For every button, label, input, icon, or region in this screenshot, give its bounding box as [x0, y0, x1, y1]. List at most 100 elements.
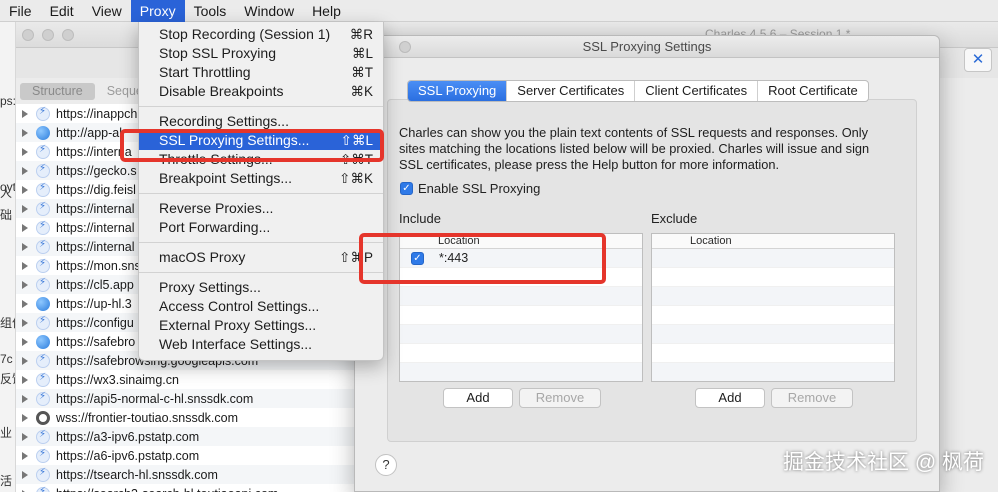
- host-name: https://configu: [56, 315, 134, 330]
- host-row[interactable]: https://search3-search-hl.toutiaoapi.com: [16, 484, 354, 492]
- exclude-location-header[interactable]: Location: [652, 234, 894, 249]
- tab-client-certificates[interactable]: Client Certificates: [635, 81, 759, 101]
- tools-icon[interactable]: ✕: [964, 48, 992, 72]
- disclosure-triangle-icon[interactable]: [20, 280, 30, 290]
- minimize-window-button[interactable]: [42, 29, 54, 41]
- menu-item-recording-settings[interactable]: Recording Settings...: [139, 112, 383, 131]
- menu-item-web-interface-settings[interactable]: Web Interface Settings...: [139, 335, 383, 354]
- host-row[interactable]: https://a6-ipv6.pstatp.com: [16, 446, 354, 465]
- disclosure-triangle-icon[interactable]: [20, 166, 30, 176]
- menubar-proxy[interactable]: Proxy: [130, 0, 185, 22]
- segment-structure[interactable]: Structure: [20, 83, 95, 100]
- host-row[interactable]: wss://frontier-toutiao.snssdk.com: [16, 408, 354, 427]
- disclosure-triangle-icon[interactable]: [20, 185, 30, 195]
- host-name: https://internal: [56, 201, 135, 216]
- table-row[interactable]: [400, 287, 642, 306]
- menu-item-port-forwarding[interactable]: Port Forwarding...: [139, 218, 383, 237]
- location-checkbox[interactable]: ✓: [411, 251, 424, 265]
- table-row[interactable]: [652, 287, 894, 306]
- menubar-help[interactable]: Help: [303, 0, 350, 22]
- table-row[interactable]: [400, 268, 642, 287]
- disclosure-triangle-icon[interactable]: [20, 109, 30, 119]
- host-row[interactable]: https://wx3.sinaimg.cn: [16, 370, 354, 389]
- menu-item-access-control-settings[interactable]: Access Control Settings...: [139, 297, 383, 316]
- exclude-remove-button[interactable]: Remove: [771, 388, 853, 408]
- disclosure-triangle-icon[interactable]: [20, 242, 30, 252]
- disclosure-triangle-icon[interactable]: [20, 451, 30, 461]
- menu-item-ssl-proxying-settings[interactable]: SSL Proxying Settings... ⇧⌘L: [139, 131, 383, 150]
- include-add-button[interactable]: Add: [443, 388, 513, 408]
- menubar-edit[interactable]: Edit: [41, 0, 83, 22]
- menu-item-reverse-proxies[interactable]: Reverse Proxies...: [139, 199, 383, 218]
- table-row[interactable]: ✓ *:443: [400, 249, 642, 268]
- table-row[interactable]: [652, 363, 894, 381]
- disclosure-triangle-icon[interactable]: [20, 432, 30, 442]
- table-row[interactable]: [652, 249, 894, 268]
- table-row[interactable]: [652, 306, 894, 325]
- table-row[interactable]: [652, 325, 894, 344]
- disclosure-triangle-icon[interactable]: [20, 223, 30, 233]
- menu-item-throttle-settings[interactable]: Throttle Settings... ⇧⌘T: [139, 150, 383, 169]
- host-name: https://gecko.s: [56, 163, 137, 178]
- disclosure-triangle-icon[interactable]: [20, 204, 30, 214]
- table-row[interactable]: [400, 344, 642, 363]
- host-name: https://api5-normal-c-hl.snssdk.com: [56, 391, 254, 406]
- menu-item-breakpoint-settings[interactable]: Breakpoint Settings... ⇧⌘K: [139, 169, 383, 188]
- include-location-header[interactable]: Location: [400, 234, 642, 249]
- menu-item-proxy-settings[interactable]: Proxy Settings...: [139, 278, 383, 297]
- table-row[interactable]: [400, 363, 642, 381]
- disclosure-triangle-icon[interactable]: [20, 318, 30, 328]
- disclosure-triangle-icon[interactable]: [20, 128, 30, 138]
- menu-item-label: Reverse Proxies...: [159, 200, 274, 216]
- exclude-add-button[interactable]: Add: [695, 388, 765, 408]
- menubar-view[interactable]: View: [83, 0, 131, 22]
- tab-server-certificates[interactable]: Server Certificates: [507, 81, 636, 101]
- exclude-label: Exclude: [651, 211, 698, 226]
- table-row[interactable]: [400, 306, 642, 325]
- disclosure-triangle-icon[interactable]: [20, 337, 30, 347]
- disclosure-triangle-icon[interactable]: [20, 470, 30, 480]
- disclosure-triangle-icon[interactable]: [20, 356, 30, 366]
- menu-item-disable-breakpoints[interactable]: Disable Breakpoints ⌘K: [139, 82, 383, 101]
- table-row[interactable]: [652, 344, 894, 363]
- checkbox-checked-icon[interactable]: ✓: [400, 182, 413, 195]
- host-row[interactable]: https://api5-normal-c-hl.snssdk.com: [16, 389, 354, 408]
- disclosure-triangle-icon[interactable]: [20, 413, 30, 423]
- disclosure-triangle-icon[interactable]: [20, 375, 30, 385]
- enable-ssl-proxying-checkbox[interactable]: ✓ Enable SSL Proxying: [400, 181, 540, 196]
- table-row[interactable]: [400, 325, 642, 344]
- close-window-button[interactable]: [22, 29, 34, 41]
- disclosure-triangle-icon[interactable]: [20, 299, 30, 309]
- menubar-window[interactable]: Window: [235, 0, 303, 22]
- bolt-icon: [36, 258, 50, 273]
- gutter-text: 活: [0, 474, 13, 488]
- menubar-tools[interactable]: Tools: [185, 0, 236, 22]
- tab-ssl-proxying[interactable]: SSL Proxying: [408, 81, 508, 101]
- host-row[interactable]: https://a3-ipv6.pstatp.com: [16, 427, 354, 446]
- zoom-window-button[interactable]: [62, 29, 74, 41]
- menu-item-stop-ssl-proxying[interactable]: Stop SSL Proxying ⌘L: [139, 44, 383, 63]
- tab-root-certificate[interactable]: Root Certificate: [758, 81, 868, 101]
- host-row[interactable]: https://tsearch-hl.snssdk.com: [16, 465, 354, 484]
- menu-separator: [139, 101, 383, 112]
- help-button[interactable]: ?: [375, 454, 397, 476]
- host-name: https://safebro: [56, 334, 136, 349]
- include-table[interactable]: Location ✓ *:443: [399, 233, 643, 382]
- dialog-close-button[interactable]: [399, 41, 411, 53]
- menu-separator: [139, 267, 383, 278]
- menu-item-start-throttling[interactable]: Start Throttling ⌘T: [139, 63, 383, 82]
- disclosure-triangle-icon[interactable]: [20, 489, 30, 492]
- table-row[interactable]: [652, 268, 894, 287]
- menu-item-external-proxy-settings[interactable]: External Proxy Settings...: [139, 316, 383, 335]
- host-name: https://inappch: [56, 106, 138, 121]
- exclude-table[interactable]: Location: [651, 233, 895, 382]
- disclosure-triangle-icon[interactable]: [20, 147, 30, 157]
- bolt-icon: [36, 315, 50, 330]
- menu-item-stop-recording-session-1[interactable]: Stop Recording (Session 1) ⌘R: [139, 25, 383, 44]
- disclosure-triangle-icon[interactable]: [20, 394, 30, 404]
- menubar-file[interactable]: File: [0, 0, 41, 22]
- menu-item-macos-proxy[interactable]: macOS Proxy ⇧⌘P: [139, 248, 383, 267]
- include-remove-button[interactable]: Remove: [519, 388, 601, 408]
- host-name: wss://frontier-toutiao.snssdk.com: [56, 410, 239, 425]
- disclosure-triangle-icon[interactable]: [20, 261, 30, 271]
